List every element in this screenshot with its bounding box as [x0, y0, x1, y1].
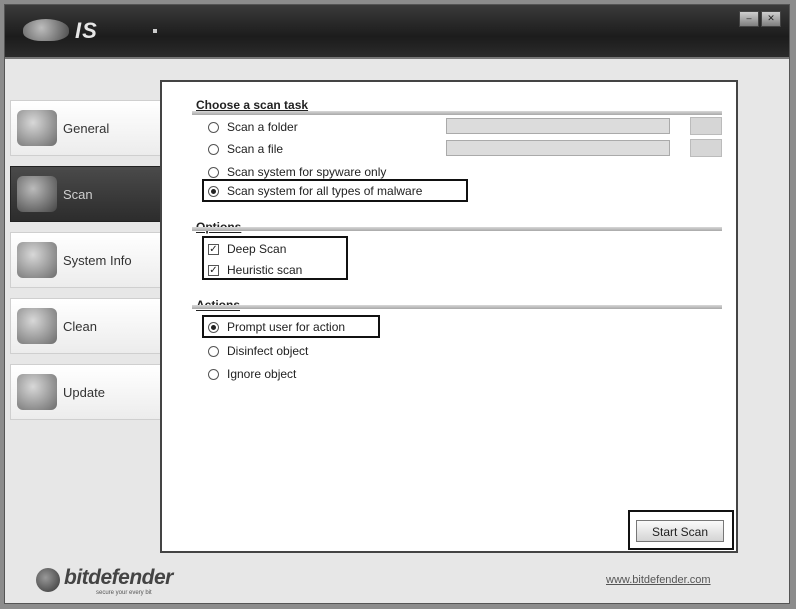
app-logo-icon	[23, 19, 69, 41]
checkbox[interactable]: ✓	[208, 264, 219, 276]
brand-name: bitdefender	[64, 566, 173, 589]
option-label: Prompt user for action	[227, 320, 346, 334]
browse-file-button[interactable]	[690, 139, 722, 157]
radio-button[interactable]	[208, 185, 219, 197]
option-label: Scan system for all types of malware	[227, 184, 423, 198]
radio-button[interactable]	[208, 368, 219, 380]
bitdefender-logo-icon	[36, 568, 60, 592]
sidebar-item-label: General	[63, 120, 110, 136]
checkbox-deep-scan[interactable]: ✓ Deep Scan	[208, 242, 286, 256]
checkbox-heuristic-scan[interactable]: ✓ Heuristic scan	[208, 263, 302, 277]
radio-button[interactable]	[208, 321, 219, 333]
option-label: Deep Scan	[227, 242, 287, 256]
radio-scan-folder[interactable]: Scan a folder	[208, 120, 298, 134]
title-bar: IS – ✕	[5, 5, 789, 59]
actions-divider	[192, 305, 722, 309]
sidebar-item-label: Update	[63, 384, 105, 400]
sidebar-item-label: System Info	[63, 252, 132, 268]
options-divider	[192, 227, 722, 231]
brand-tagline: secure your every bit	[96, 590, 152, 596]
sidebar: General Scan System Info Clean Update	[10, 100, 162, 430]
radio-prompt-user[interactable]: Prompt user for action	[208, 320, 345, 334]
browse-folder-button[interactable]	[690, 117, 722, 135]
general-icon	[17, 110, 57, 146]
folder-path-input[interactable]	[446, 118, 670, 134]
option-label: Scan a folder	[227, 120, 298, 134]
option-label: Scan a file	[227, 142, 284, 156]
scan-panel: Choose a scan task Scan a folder Scan a …	[160, 80, 738, 553]
radio-scan-file[interactable]: Scan a file	[208, 142, 283, 156]
sidebar-item-general[interactable]: General	[10, 100, 162, 156]
radio-button[interactable]	[208, 143, 219, 155]
radio-ignore-object[interactable]: Ignore object	[208, 367, 296, 381]
app-title: IS	[75, 18, 98, 43]
minimize-button[interactable]: –	[739, 11, 759, 27]
title-dot	[153, 29, 157, 33]
update-icon	[17, 374, 57, 410]
radio-scan-spyware[interactable]: Scan system for spyware only	[208, 165, 386, 179]
sidebar-item-clean[interactable]: Clean	[10, 298, 162, 354]
radio-button[interactable]	[208, 166, 219, 178]
sidebar-item-update[interactable]: Update	[10, 364, 162, 420]
option-label: Ignore object	[227, 367, 297, 381]
clean-icon	[17, 308, 57, 344]
sidebar-item-scan[interactable]: Scan	[10, 166, 162, 222]
close-button[interactable]: ✕	[761, 11, 781, 27]
option-label: Scan system for spyware only	[227, 165, 387, 179]
radio-button[interactable]	[208, 121, 219, 133]
radio-disinfect-object[interactable]: Disinfect object	[208, 344, 308, 358]
scan-task-title: Choose a scan task	[196, 98, 309, 112]
radio-scan-all-malware[interactable]: Scan system for all types of malware	[208, 184, 422, 198]
scan-icon	[17, 176, 57, 212]
scan-task-divider	[192, 111, 722, 115]
option-label: Disinfect object	[227, 344, 309, 358]
file-path-input[interactable]	[446, 140, 670, 156]
window-controls: – ✕	[739, 11, 781, 27]
sidebar-item-label: Clean	[63, 318, 97, 334]
sidebar-item-label: Scan	[63, 186, 93, 202]
sidebar-item-system-info[interactable]: System Info	[10, 232, 162, 288]
system-info-icon	[17, 242, 57, 278]
option-label: Heuristic scan	[227, 263, 303, 277]
website-link[interactable]: www.bitdefender.com	[606, 574, 711, 586]
checkbox[interactable]: ✓	[208, 243, 219, 255]
start-scan-button[interactable]: Start Scan	[636, 520, 724, 542]
radio-button[interactable]	[208, 345, 219, 357]
